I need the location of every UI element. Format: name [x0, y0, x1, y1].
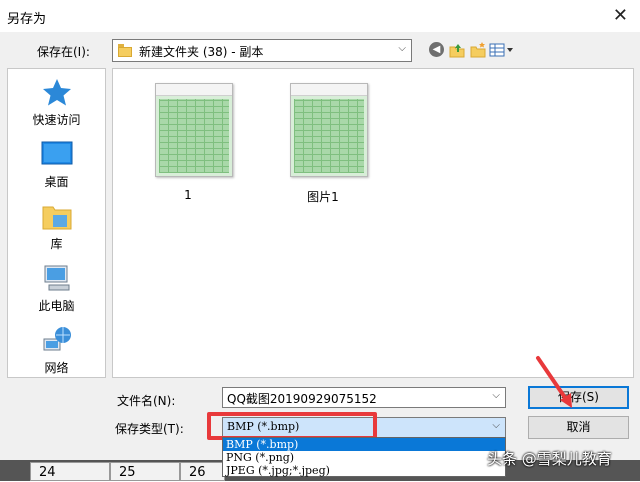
file-list[interactable]: 1 图片1	[112, 68, 634, 378]
place-label: 库	[50, 237, 63, 251]
file-item[interactable]: 1	[133, 79, 243, 209]
filename-value: QQ截图20190929075152	[227, 392, 377, 406]
place-label: 快速访问	[32, 113, 81, 127]
background-cell: 24	[30, 462, 110, 481]
filetype-label: 保存类型(T):	[115, 422, 184, 436]
folder-icon	[118, 44, 132, 57]
chevron-down-icon[interactable]: ⌵	[492, 420, 500, 431]
spreadsheet-thumbnail	[290, 83, 368, 177]
place-label: 此电脑	[38, 299, 75, 313]
filename-input[interactable]: QQ截图20190929075152 ⌵	[222, 387, 506, 408]
view-menu-icon[interactable]	[489, 41, 515, 59]
save-in-value: 新建文件夹 (38) - 副本	[139, 45, 264, 59]
place-label: 网络	[44, 361, 69, 375]
desktop-icon	[41, 139, 73, 169]
background-cell: 25	[110, 462, 180, 481]
save-in-label: 保存在(I):	[37, 45, 90, 59]
place-library[interactable]: 库	[8, 197, 105, 257]
filename-label: 文件名(N):	[117, 394, 176, 408]
up-folder-icon[interactable]	[448, 41, 466, 59]
place-this-pc[interactable]: 此电脑	[8, 259, 105, 319]
filetype-option[interactable]: PNG (*.png)	[223, 451, 505, 464]
chevron-down-icon: ⌵	[398, 43, 406, 54]
red-highlight-box	[207, 412, 377, 440]
watermark-text: 头条 @雪梨儿教育	[487, 450, 612, 468]
network-icon	[41, 325, 73, 355]
save-as-dialog: 另存为 ✕ 保存在(I): 新建文件夹 (38) - 副本 ⌵ ◀ 快速访问 桌…	[0, 0, 640, 460]
place-quick-access[interactable]: 快速访问	[8, 73, 105, 133]
close-icon[interactable]: ✕	[613, 5, 628, 26]
spreadsheet-thumbnail	[155, 83, 233, 177]
navigation-toolbar: ◀	[428, 41, 518, 61]
back-icon[interactable]: ◀	[428, 41, 446, 59]
filetype-option[interactable]: BMP (*.bmp)	[223, 438, 505, 451]
library-folder-icon	[41, 201, 73, 231]
computer-icon	[41, 263, 73, 293]
place-label: 桌面	[44, 175, 69, 189]
dialog-title: 另存为	[7, 12, 47, 27]
place-network[interactable]: 网络	[8, 321, 105, 381]
title-bar: 另存为 ✕	[0, 0, 640, 32]
file-name: 1	[184, 188, 192, 202]
file-name: 图片1	[307, 190, 339, 204]
cancel-button[interactable]: 取消	[528, 416, 629, 439]
filetype-option[interactable]: JPEG (*.jpg;*.jpeg)	[223, 464, 505, 477]
file-item[interactable]: 图片1	[268, 79, 378, 209]
new-folder-icon[interactable]	[469, 41, 487, 59]
star-icon	[41, 77, 73, 107]
save-in-dropdown[interactable]: 新建文件夹 (38) - 副本 ⌵	[112, 39, 412, 62]
background-cell: 26	[180, 462, 225, 481]
places-bar: 快速访问 桌面 库 此电脑 网络	[7, 68, 106, 378]
annotation-arrow	[536, 356, 572, 408]
place-desktop[interactable]: 桌面	[8, 135, 105, 195]
chevron-down-icon[interactable]: ⌵	[492, 390, 500, 401]
filetype-dropdown-list: BMP (*.bmp) PNG (*.png) JPEG (*.jpg;*.jp…	[222, 437, 506, 477]
